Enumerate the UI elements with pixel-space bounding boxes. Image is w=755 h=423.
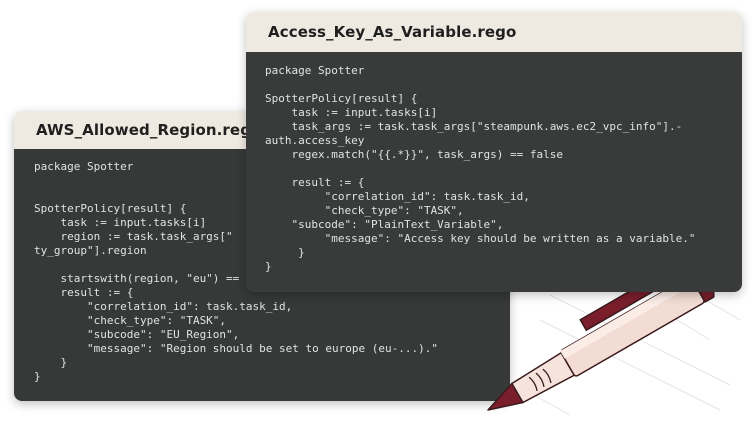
code-line: result := { xyxy=(265,176,365,189)
code-line: auth.access_key xyxy=(265,134,365,147)
code-line: "subcode": "PlainText_Variable", xyxy=(265,218,504,231)
code-line: "correlation_id": task.task_id, xyxy=(265,190,530,203)
grid-lines xyxy=(524,284,741,416)
code-line: task_args := task.task_args["steampunk.a… xyxy=(265,120,683,133)
code-line: SpotterPolicy[result] { xyxy=(265,92,418,105)
code-line: task := input.tasks[i] xyxy=(265,106,438,119)
code-line: "message": "Access key should be written… xyxy=(265,232,696,245)
code-line: "check_type": "TASK", xyxy=(265,204,464,217)
code-line: } xyxy=(265,260,272,273)
front-code-block: package Spotter SpotterPolicy[result] { t… xyxy=(246,52,742,292)
front-code-card: Access_Key_As_Variable.rego package Spot… xyxy=(246,12,742,292)
code-line: regex.match("{{.*}}", task_args) == fals… xyxy=(265,148,564,161)
pen-grip xyxy=(510,351,576,404)
front-card-title: Access_Key_As_Variable.rego xyxy=(246,12,742,52)
pen-icon xyxy=(487,280,741,416)
code-line: } xyxy=(265,246,305,259)
code-line: package Spotter xyxy=(265,64,365,77)
